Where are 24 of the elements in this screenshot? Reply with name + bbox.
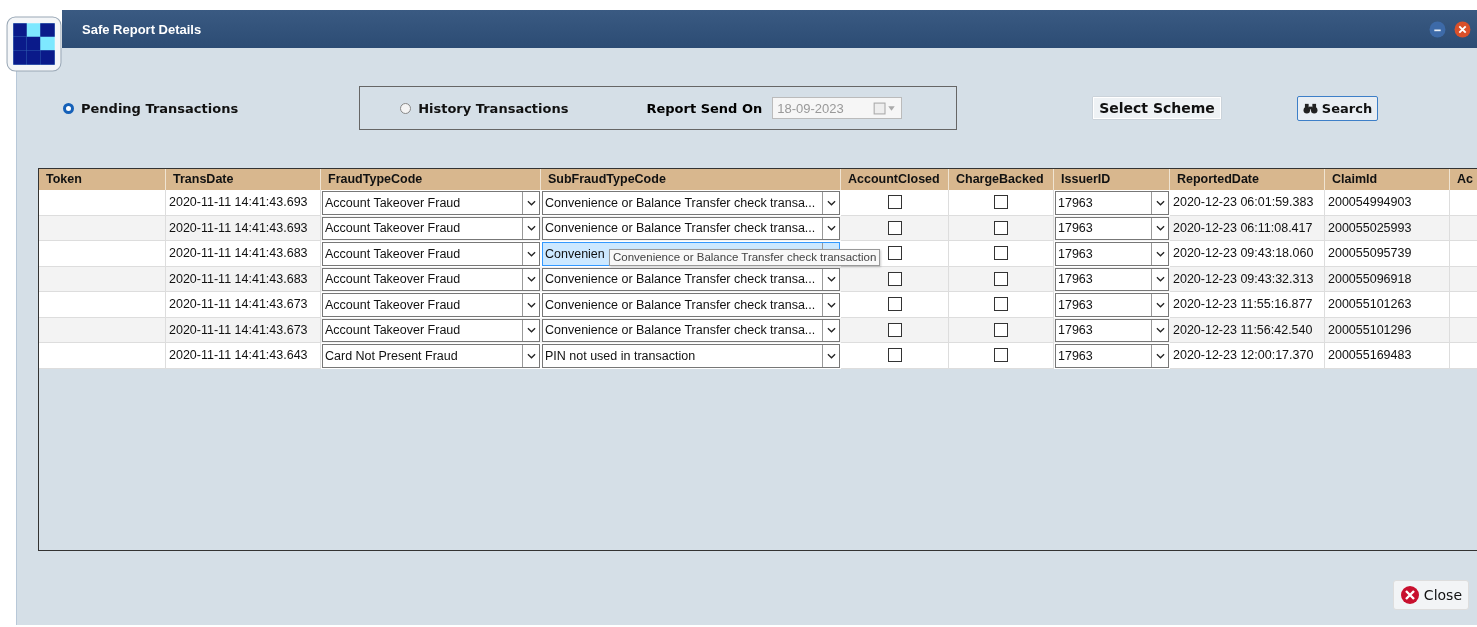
table-cell: 2020-11-11 14:41:43.683 bbox=[169, 246, 308, 261]
table-cell: 200055169483 bbox=[1328, 348, 1412, 363]
field-label: Report Send On bbox=[646, 100, 763, 116]
table-cell: 200055101263 bbox=[1328, 297, 1412, 312]
table-cell: 200055101296 bbox=[1328, 322, 1412, 337]
table-cell: 2020-12-23 11:56:42.540 bbox=[1173, 322, 1313, 337]
tooltip: Convenience or Balance Transfer check transaction bbox=[609, 249, 881, 266]
table-cell: 2020-12-23 12:00:17.370 bbox=[1173, 348, 1314, 363]
table-cell: 200055025993 bbox=[1328, 220, 1412, 235]
table-cell: 2020-12-23 06:11:08.417 bbox=[1173, 220, 1313, 235]
table-cell: 2020-11-11 14:41:43.693 bbox=[169, 195, 308, 210]
table-cell: 2020-11-11 14:41:43.693 bbox=[169, 220, 308, 235]
table-cell: 2020-12-23 09:43:32.313 bbox=[1173, 271, 1314, 286]
table-cell: 2020-12-23 09:43:18.060 bbox=[1173, 246, 1314, 261]
table-cell: 200055096918 bbox=[1328, 271, 1412, 286]
table-cell: 2020-11-11 14:41:43.683 bbox=[169, 271, 308, 286]
table-cell: 2020-11-11 14:41:43.643 bbox=[169, 348, 308, 363]
table-cell: 2020-12-23 06:01:59.383 bbox=[1173, 195, 1314, 210]
window-title: Safe Report Details bbox=[82, 21, 202, 37]
table-cell: 2020-11-11 14:41:43.673 bbox=[169, 297, 308, 312]
table-cell: 200055095739 bbox=[1328, 246, 1412, 261]
table-cell: 200054994903 bbox=[1328, 195, 1412, 210]
table-cell: 2020-12-23 11:55:16.877 bbox=[1173, 297, 1313, 312]
table-cell: 2020-11-11 14:41:43.673 bbox=[169, 322, 308, 337]
